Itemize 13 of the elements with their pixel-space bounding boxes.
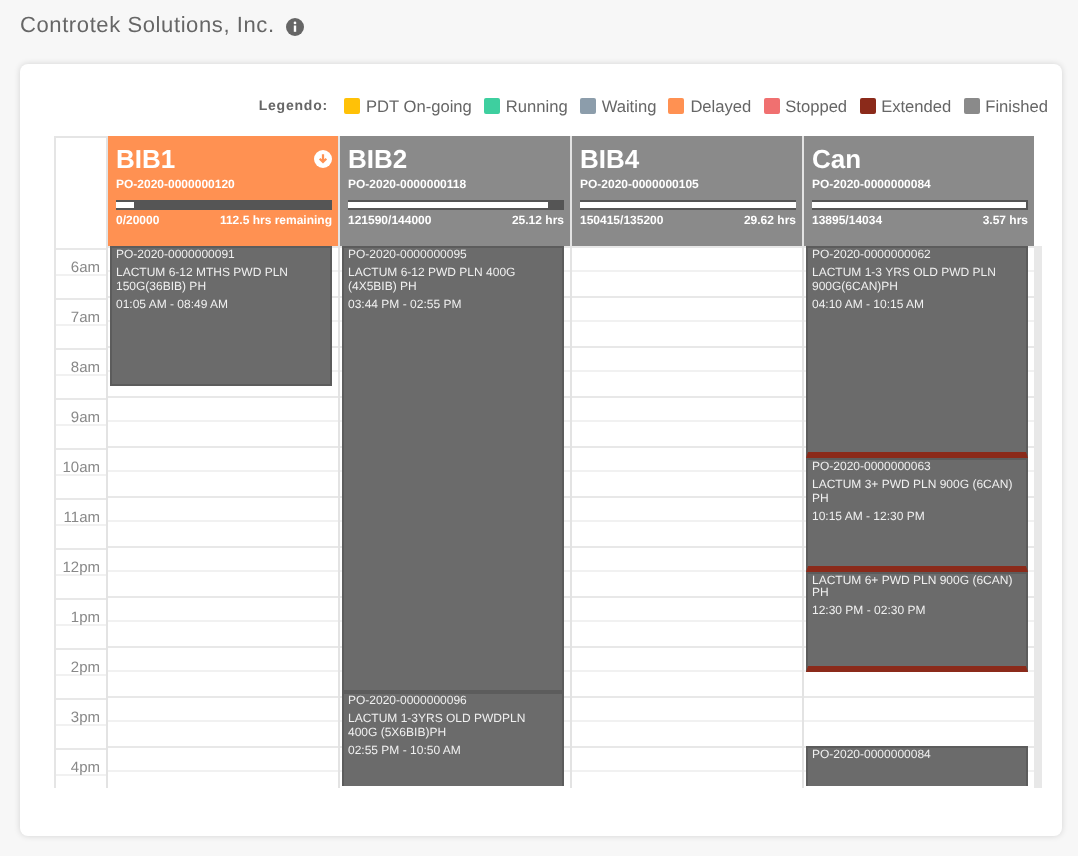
info-icon[interactable]: [286, 17, 305, 35]
line-name: BIB1: [116, 144, 176, 174]
line-name: BIB4: [580, 144, 640, 174]
company-title: Controtek Solutions, Inc.: [20, 14, 275, 38]
legend-text: PDT On-going: [366, 96, 472, 116]
legend-text: Extended: [881, 96, 952, 116]
line-name: Can: [812, 144, 862, 174]
legend-text: Delayed: [690, 96, 752, 116]
legend-text: Waiting: [601, 96, 657, 116]
legend-text: Running: [505, 96, 568, 116]
legend-text: Finished: [985, 96, 1048, 116]
legend-text: Stopped: [785, 96, 848, 116]
line-name: BIB2: [348, 144, 408, 174]
